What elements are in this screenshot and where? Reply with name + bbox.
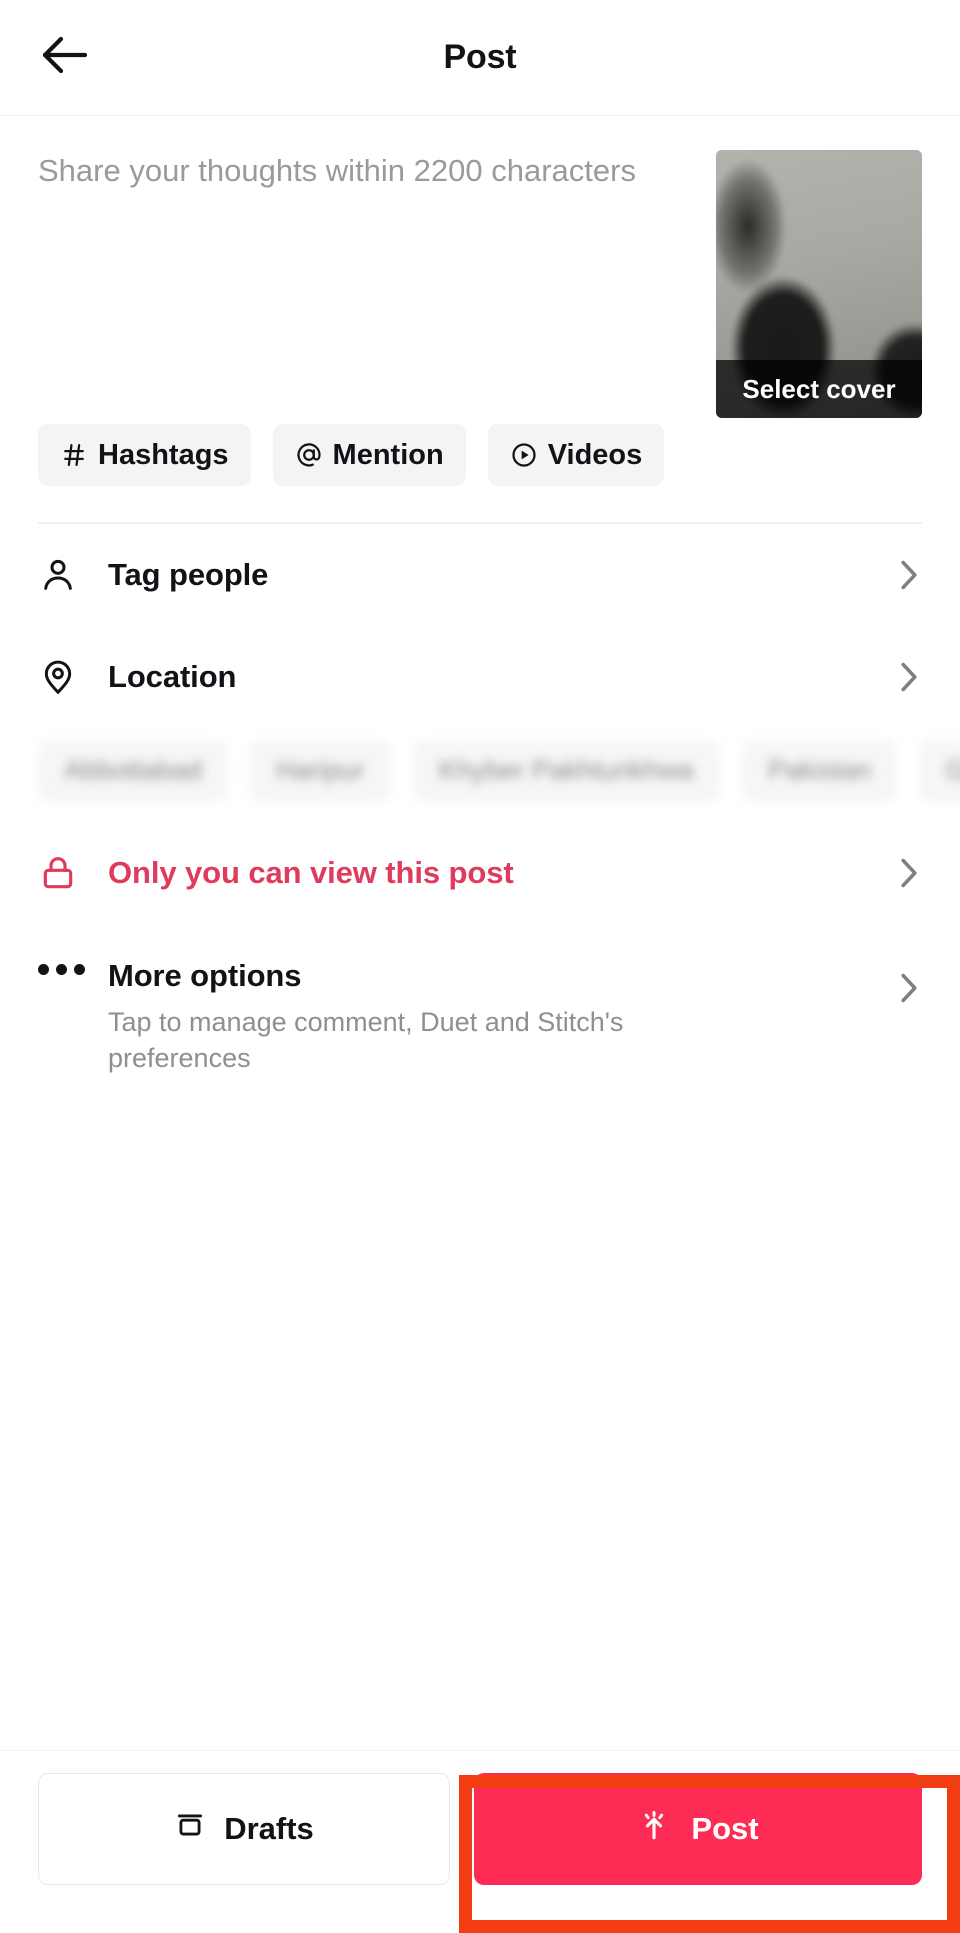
option-row-privacy[interactable]: Only you can view this post [0, 814, 960, 932]
post-label: Post [691, 1811, 759, 1846]
post-screen: Post Share your thoughts within 2200 cha… [0, 0, 960, 1933]
play-circle-icon [510, 441, 538, 469]
select-cover-thumbnail[interactable]: Select cover [716, 150, 922, 418]
chevron-right-icon [896, 853, 922, 893]
ellipsis-dot [74, 963, 85, 975]
location-suggestion-chip[interactable]: Gilgit [919, 739, 960, 802]
location-suggestion-chip[interactable]: Pakistan [741, 739, 898, 802]
chip-videos-label: Videos [547, 438, 643, 471]
drafts-label: Drafts [224, 1811, 314, 1846]
lock-icon [38, 853, 92, 893]
ellipsis-icon [38, 958, 92, 975]
location-suggestion-strip[interactable]: Abbottabad Haripur Khyber Pakhtunkhwa Pa… [0, 728, 960, 814]
chevron-right-icon [896, 555, 922, 595]
option-title: Tag people [108, 556, 269, 592]
chip-hashtags-label: Hashtags [98, 438, 229, 471]
upload-sparkle-icon [637, 1808, 671, 1850]
chip-mention[interactable]: Mention [272, 424, 466, 486]
option-title: More options [108, 957, 302, 993]
composer-area: Share your thoughts within 2200 characte… [0, 116, 960, 418]
option-row-tag-people[interactable]: Tag people [0, 524, 960, 626]
select-cover-label: Select cover [716, 360, 922, 418]
location-suggestion-chip[interactable]: Haripur [250, 739, 391, 802]
chevron-right-icon [896, 958, 922, 1008]
chip-mention-label: Mention [332, 438, 444, 471]
post-button-wrap: Post [474, 1773, 922, 1885]
page-title: Post [443, 38, 517, 76]
location-pin-icon [38, 657, 92, 697]
chip-hashtags[interactable]: Hashtags [38, 424, 251, 486]
option-row-more-options[interactable]: More options Tap to manage comment, Duet… [0, 932, 960, 1077]
ellipsis-dot [56, 963, 67, 975]
insert-chip-row: Hashtags Mention Videos [0, 418, 960, 486]
option-row-location[interactable]: Location [0, 626, 960, 728]
archive-box-icon [174, 1809, 206, 1849]
post-button[interactable]: Post [474, 1773, 922, 1885]
hashtag-icon [60, 441, 88, 469]
chevron-right-icon [896, 657, 922, 697]
arrow-left-icon [41, 35, 88, 80]
location-suggestion-chip[interactable]: Khyber Pakhtunkhwa [412, 739, 720, 802]
caption-input[interactable]: Share your thoughts within 2200 characte… [38, 150, 716, 400]
at-icon [295, 441, 323, 469]
location-suggestion-chip[interactable]: Abbottabad [38, 739, 229, 802]
option-subtitle: Tap to manage comment, Duet and Stitch's… [108, 1006, 624, 1074]
drafts-button[interactable]: Drafts [38, 1773, 450, 1885]
back-button[interactable] [28, 22, 100, 94]
bottom-action-bar: Drafts Post [0, 1750, 960, 1933]
person-icon [38, 555, 92, 595]
option-body: More options Tap to manage comment, Duet… [92, 958, 896, 1077]
option-body: Tag people [92, 557, 896, 593]
option-title: Only you can view this post [108, 854, 514, 890]
chip-videos[interactable]: Videos [487, 424, 665, 486]
option-body: Location [92, 659, 896, 695]
header-bar: Post [0, 0, 960, 116]
option-body: Only you can view this post [92, 855, 896, 891]
option-title: Location [108, 658, 237, 694]
ellipsis-dot [38, 963, 49, 975]
